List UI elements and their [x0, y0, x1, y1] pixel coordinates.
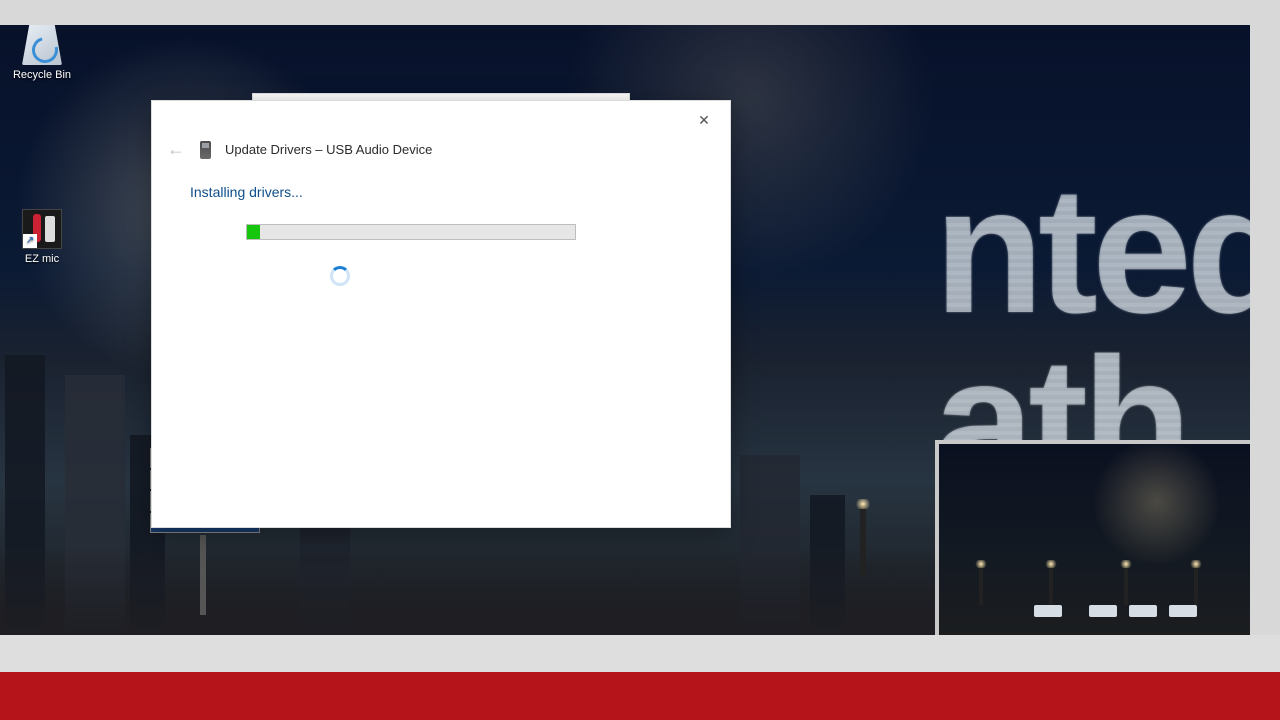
progress-fill [247, 225, 260, 239]
pip-decor [1194, 565, 1198, 605]
letterbox-right [1250, 25, 1280, 635]
back-button[interactable]: ← [166, 139, 186, 160]
update-drivers-dialog: ✕ ← Update Drivers – USB Audio Device In… [151, 100, 731, 528]
desktop-icons: Recycle Bin ↗ EZ mic [6, 25, 78, 293]
desktop-icon-label: Recycle Bin [6, 69, 78, 81]
picture-in-picture-inset [935, 440, 1250, 635]
letterbox-bottom-gap [0, 635, 1280, 672]
pip-decor [1124, 565, 1128, 605]
back-arrow-icon: ← [167, 139, 185, 159]
close-icon: ✕ [698, 112, 710, 129]
busy-spinner-icon [330, 266, 350, 286]
bottom-red-bar [0, 672, 1280, 720]
dialog-body: Installing drivers... [152, 166, 730, 304]
pip-decor [1089, 605, 1117, 617]
desktop-icon-label: EZ mic [6, 253, 78, 265]
signpost [200, 535, 206, 615]
pip-decor [979, 565, 983, 605]
pip-decor [1129, 605, 1157, 617]
device-icon [200, 141, 211, 159]
desktop-icon-recycle-bin[interactable]: Recycle Bin [6, 25, 78, 81]
wallpaper-decor [860, 505, 866, 575]
pip-decor [1049, 565, 1053, 605]
pip-decor [1169, 605, 1197, 617]
progress-bar [246, 224, 576, 240]
close-button[interactable]: ✕ [682, 105, 726, 135]
desktop-icon-ez-mic[interactable]: ↗ EZ mic [6, 209, 78, 265]
dialog-title: Update Drivers – USB Audio Device [225, 142, 432, 157]
letterbox-top [0, 0, 1280, 25]
dialog-titlebar[interactable]: ✕ [152, 101, 730, 139]
recycle-bin-icon [22, 25, 62, 65]
dialog-header: ← Update Drivers – USB Audio Device [152, 139, 730, 166]
shortcut-overlay-icon: ↗ [23, 234, 37, 248]
pip-decor [1034, 605, 1062, 617]
status-text: Installing drivers... [190, 184, 692, 200]
app-shortcut-icon: ↗ [22, 209, 62, 249]
